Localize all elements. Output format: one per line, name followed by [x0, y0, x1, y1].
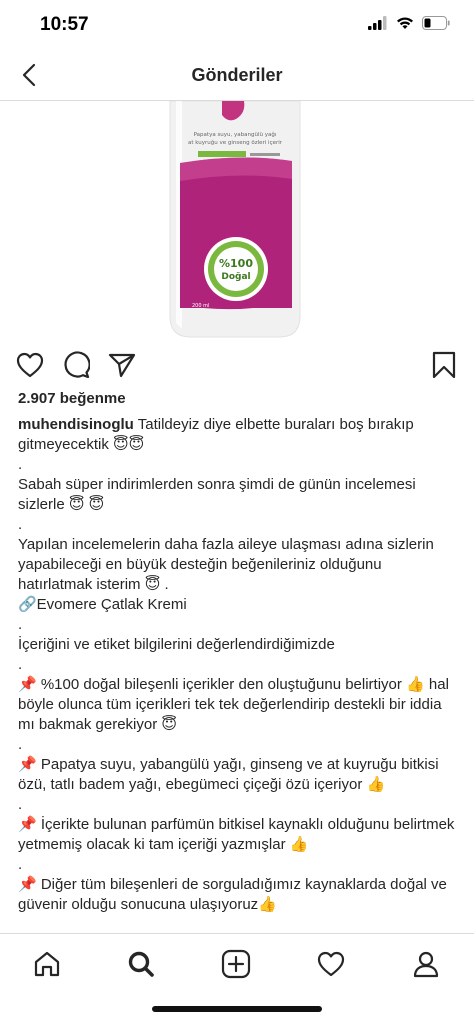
caption-first-line: muhendisinoglu Tatildeyiz diye elbette b… [18, 415, 458, 455]
product-bottle-image: Papatya suyu, yabangülü yağı at kuyruğu … [0, 101, 474, 338]
caption-line: 📌 İçerikte bulunan parfümün bitkisel kay… [18, 816, 455, 853]
caption-line: . [18, 736, 23, 753]
volume-text: 200 ml [192, 303, 209, 309]
bookmark-icon [432, 351, 456, 379]
status-icons [368, 16, 450, 30]
like-button[interactable] [14, 349, 46, 381]
label-line-1: Papatya suyu, yabangülü yağı [194, 131, 277, 138]
badge-text: Doğal [221, 272, 250, 282]
badge-percent: %100 [219, 257, 253, 270]
caption-line: 📌 %100 doğal bileşenli içerikler den olu… [18, 676, 449, 733]
status-bar: 10:57 [0, 0, 474, 50]
home-indicator [152, 1006, 322, 1012]
caption-line: Yapılan incelemelerin daha fazla aileye … [18, 536, 434, 593]
caption-line: . [18, 456, 23, 473]
profile-icon [413, 951, 439, 978]
heart-outline-icon [317, 951, 345, 977]
caption-line: Sabah süper indirimlerden sonra şimdi de… [18, 476, 416, 513]
status-time: 10:57 [40, 14, 89, 35]
tab-activity[interactable] [311, 944, 351, 984]
caption-line: 📌 Diğer tüm bileşenleri de sorguladığımı… [18, 876, 447, 913]
plus-square-icon [221, 949, 251, 979]
label-line-2: at kuyruğu ve ginseng özleri içerir [188, 139, 283, 146]
tab-new-post[interactable] [216, 944, 256, 984]
like-count[interactable]: 2.907 beğenme [18, 390, 126, 407]
battery-icon [422, 16, 450, 30]
caption-line: . [18, 616, 23, 633]
save-button[interactable] [428, 349, 460, 381]
wifi-icon [397, 17, 413, 29]
caption-line: . [18, 656, 23, 673]
paper-plane-icon [108, 353, 136, 378]
home-icon [34, 951, 60, 977]
caption-line: . [18, 856, 23, 873]
post-image[interactable]: Papatya suyu, yabangülü yağı at kuyruğu … [0, 101, 474, 338]
tab-profile[interactable] [406, 944, 446, 984]
caption-line: 📌 Papatya suyu, yabangülü yağı, ginseng … [18, 756, 439, 793]
search-icon [128, 951, 154, 977]
comment-button[interactable] [60, 349, 92, 381]
heart-icon [16, 352, 44, 378]
page-title: Gönderiler [191, 65, 283, 85]
post-caption: muhendisinoglu Tatildeyiz diye elbette b… [18, 415, 458, 915]
tab-home[interactable] [27, 944, 67, 984]
caption-line: İçeriğini ve etiket bilgilerini değerlen… [18, 636, 335, 653]
cellular-signal-icon [368, 16, 387, 30]
caption-line: . [18, 516, 23, 533]
caption-line: . [18, 796, 23, 813]
nav-bar: Gönderiler [0, 50, 474, 101]
share-button[interactable] [106, 349, 138, 381]
comment-icon [64, 351, 90, 379]
username-link[interactable]: muhendisinoglu [18, 416, 134, 433]
caption-line: 🔗Evomere Çatlak Kremi [18, 596, 187, 613]
post-actions [0, 345, 474, 385]
tab-search[interactable] [121, 944, 161, 984]
